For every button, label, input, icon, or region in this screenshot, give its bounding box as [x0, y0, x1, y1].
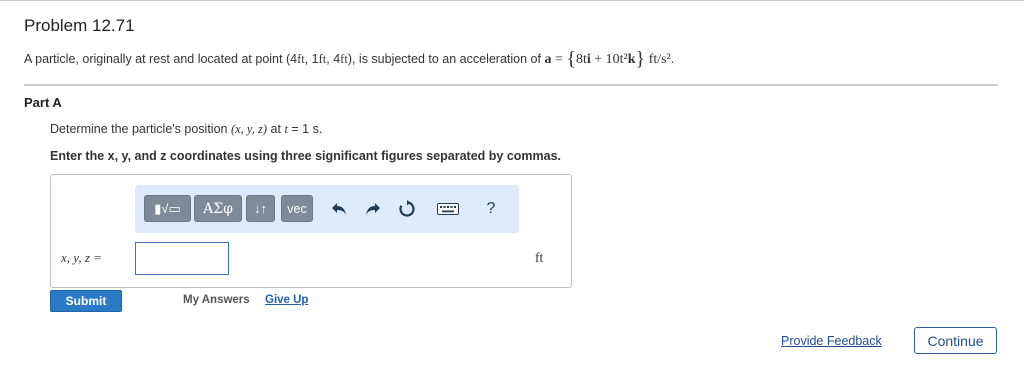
question-prefix: Determine the particle's position	[50, 122, 231, 136]
question-vars: (x, y, z)	[230, 122, 268, 136]
section-divider	[24, 84, 998, 86]
answer-input[interactable]	[135, 242, 229, 275]
top-border	[0, 0, 1024, 1]
submit-button[interactable]: Submit	[50, 290, 122, 312]
answer-box: ▮√▭ ΑΣφ ↓↑ vec ? x, y, z = ft	[50, 174, 572, 288]
help-icon[interactable]: ?	[479, 197, 503, 221]
redo-icon[interactable]	[361, 197, 385, 221]
statement-comma-1: , 1	[304, 52, 319, 66]
question-at: at	[267, 122, 285, 136]
answer-variable-label: x, y, z =	[61, 250, 102, 265]
unit-ft-3: ft	[340, 52, 348, 66]
part-label: Part A	[24, 95, 62, 110]
reset-icon[interactable]	[395, 197, 419, 221]
part-question: Determine the particle's position (x, y,…	[50, 122, 322, 137]
statement-mid: ), is subjected to an acceleration of	[347, 52, 541, 66]
keyboard-icon[interactable]	[436, 197, 460, 221]
problem-title: Problem 12.71	[24, 16, 135, 35]
my-answers-link[interactable]: My Answers	[183, 294, 250, 306]
statement-period: .	[670, 52, 675, 66]
undo-icon[interactable]	[327, 197, 351, 221]
answer-unit: ft	[535, 250, 544, 265]
accel-unit: ft/s²	[645, 52, 671, 67]
greek-symbols-button[interactable]: ΑΣφ	[194, 195, 242, 222]
problem-statement: A particle, originally at rest and locat…	[24, 48, 674, 71]
give-up-link[interactable]: Give Up	[265, 294, 308, 306]
unit-vector-k: k	[627, 52, 636, 67]
provide-feedback-link[interactable]: Provide Feedback	[781, 334, 882, 348]
unit-ft-1: ft	[297, 52, 305, 66]
arrows-button[interactable]: ↓↑	[246, 195, 275, 222]
accel-close-brace: }	[635, 48, 646, 70]
part-instruction: Enter the x, y, and z coordinates using …	[50, 149, 562, 163]
vector-button[interactable]: vec	[281, 195, 313, 222]
templates-button[interactable]: ▮√▭	[144, 195, 191, 222]
accel-open-brace: {	[566, 48, 576, 70]
statement-comma-2: , 4	[326, 52, 341, 66]
continue-button[interactable]: Continue	[914, 327, 997, 354]
accel-term-1: 8t	[575, 52, 587, 67]
accel-term-2: + 10t²	[590, 52, 628, 67]
statement-prefix: A particle, originally at rest and locat…	[24, 52, 298, 66]
math-toolbar: ▮√▭ ΑΣφ ↓↑ vec ?	[135, 185, 519, 233]
accel-equals: =	[551, 52, 567, 67]
question-suffix: = 1 s.	[287, 122, 323, 136]
